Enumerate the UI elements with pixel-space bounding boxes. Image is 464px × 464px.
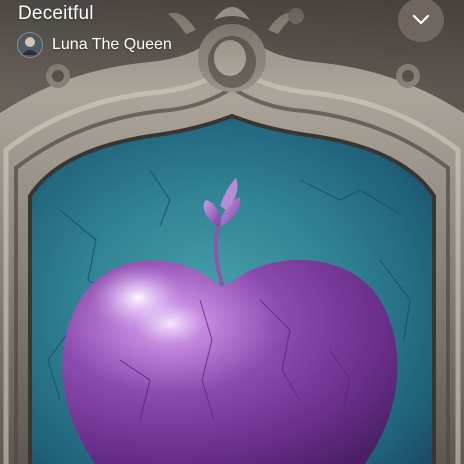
album-artwork [0,0,464,464]
artist-avatar[interactable] [18,33,42,57]
artist-name[interactable]: Luna The Queen [52,35,172,55]
chevron-down-icon [412,14,430,25]
now-playing-view: Deceitful Luna The Queen [0,0,464,464]
track-title: Deceitful [18,3,94,24]
collapse-button[interactable] [398,0,444,42]
artist-row[interactable]: Luna The Queen [18,32,172,58]
